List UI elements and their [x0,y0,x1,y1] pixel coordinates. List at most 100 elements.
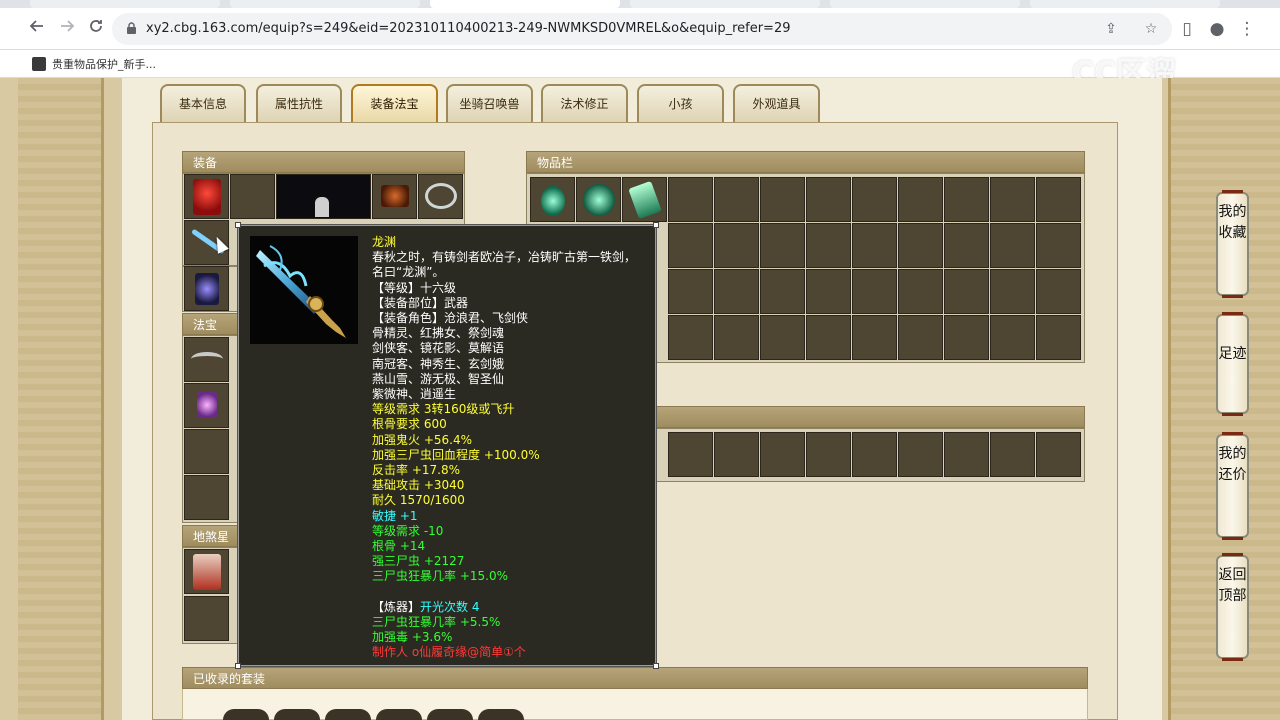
inventory-slot[interactable] [852,177,897,222]
inventory-slot[interactable] [990,269,1035,314]
bookmark-item[interactable]: 贵重物品保护_新手... [32,55,156,73]
inventory-slot[interactable] [668,223,713,268]
suit-item-icon[interactable] [223,709,269,720]
equipment-header: 装备 [182,151,465,173]
inventory-slot[interactable] [1036,177,1081,222]
browser-tab[interactable] [630,0,820,8]
suit-item-icon[interactable] [325,709,371,720]
inventory-slot[interactable] [576,177,621,222]
tab-appearance[interactable]: 外观道具 [733,84,820,122]
sidepanel-icon[interactable]: ▯ [1176,18,1198,40]
disha-slot-1[interactable] [184,549,229,594]
fabao-slot-1[interactable] [184,337,229,382]
inventory-slot[interactable] [852,223,897,268]
item-image [250,236,358,344]
inventory-slot[interactable] [622,177,667,222]
inventory-slot[interactable] [898,269,943,314]
tab-equipment[interactable]: 装备法宝 [351,84,438,122]
fabao-slot-2[interactable] [184,383,229,428]
tab-mounts-pets[interactable]: 坐骑召唤兽 [446,84,533,122]
share-icon[interactable]: ⇪ [1102,20,1120,38]
footprint-button[interactable]: 足迹 [1216,312,1249,416]
inventory-slot[interactable] [714,223,759,268]
inventory-slot[interactable] [990,223,1035,268]
item-level: 【等级】十六级 [372,280,457,295]
browser-tab[interactable] [30,0,220,8]
storage-slot[interactable] [714,432,759,477]
storage-slot[interactable] [944,432,989,477]
storage-slot[interactable] [898,432,943,477]
back-button[interactable] [26,18,48,40]
inventory-slot[interactable] [760,177,805,222]
storage-slot[interactable] [668,432,713,477]
browser-tab[interactable] [830,0,1020,8]
suits-header: 已收录的套装 [182,667,1088,689]
browser-tab-active[interactable] [430,0,620,8]
inventory-slot[interactable] [852,269,897,314]
equip-slot-helmet[interactable] [372,174,417,219]
my-offers-button[interactable]: 我的还价 [1216,432,1249,540]
inventory-slot[interactable] [944,223,989,268]
inventory-slot[interactable] [852,315,897,360]
fabao-slot-3[interactable] [184,429,229,474]
equip-slot-armor[interactable] [184,174,229,219]
equip-slot-shoes[interactable] [184,266,229,311]
equip-slot-necklace[interactable] [418,174,463,219]
inventory-slot[interactable] [714,269,759,314]
address-bar[interactable]: xy2.cbg.163.com/equip?s=249&eid=20231011… [112,13,1172,45]
suits-area [182,689,1088,720]
storage-slot[interactable] [852,432,897,477]
forward-button[interactable] [56,18,78,40]
browser-tab[interactable] [1030,0,1220,8]
inventory-slot[interactable] [1036,223,1081,268]
inventory-slot[interactable] [944,177,989,222]
inventory-slot[interactable] [898,223,943,268]
inventory-slot[interactable] [668,177,713,222]
inventory-slot[interactable] [530,177,575,222]
inventory-slot[interactable] [898,177,943,222]
tab-spell-correction[interactable]: 法术修正 [541,84,628,122]
inventory-slot[interactable] [714,315,759,360]
inventory-slot[interactable] [806,315,851,360]
inventory-slot[interactable] [668,269,713,314]
inventory-slot[interactable] [760,315,805,360]
url-text[interactable]: xy2.cbg.163.com/equip?s=249&eid=20231011… [146,21,791,36]
inventory-slot[interactable] [806,223,851,268]
disha-slot-2[interactable] [184,596,229,641]
tab-children[interactable]: 小孩 [637,84,724,122]
tab-attributes[interactable]: 属性抗性 [256,84,342,122]
inventory-slot[interactable] [898,315,943,360]
storage-slot[interactable] [990,432,1035,477]
star-icon[interactable]: ☆ [1142,20,1160,38]
my-favorites-button[interactable]: 我的收藏 [1216,190,1249,298]
storage-slot[interactable] [760,432,805,477]
suit-item-icon[interactable] [427,709,473,720]
storage-slot[interactable] [1036,432,1081,477]
inventory-slot[interactable] [944,269,989,314]
reload-button[interactable] [85,18,107,40]
left-decoration [18,78,104,720]
storage-slot[interactable] [806,432,851,477]
inventory-slot[interactable] [1036,315,1081,360]
browser-tab[interactable] [230,0,420,8]
suit-item-icon[interactable] [376,709,422,720]
inventory-slot[interactable] [1036,269,1081,314]
tab-basic-info[interactable]: 基本信息 [160,84,246,122]
inventory-slot[interactable] [760,269,805,314]
inventory-slot[interactable] [944,315,989,360]
inventory-slot[interactable] [714,177,759,222]
menu-icon[interactable]: ⋮ [1236,18,1258,40]
equip-slot-empty[interactable] [230,174,275,219]
profile-icon[interactable]: ● [1206,18,1228,40]
fabao-slot-4[interactable] [184,475,229,520]
back-to-top-button[interactable]: 返回顶部 [1216,553,1249,661]
inventory-slot[interactable] [990,315,1035,360]
inventory-slot[interactable] [806,177,851,222]
suit-item-icon[interactable] [478,709,524,720]
inventory-slot[interactable] [990,177,1035,222]
inventory-slot[interactable] [806,269,851,314]
suit-item-icon[interactable] [274,709,320,720]
inventory-slot[interactable] [668,315,713,360]
item-stat: 耐久 1570/1600 [372,493,465,508]
inventory-slot[interactable] [760,223,805,268]
